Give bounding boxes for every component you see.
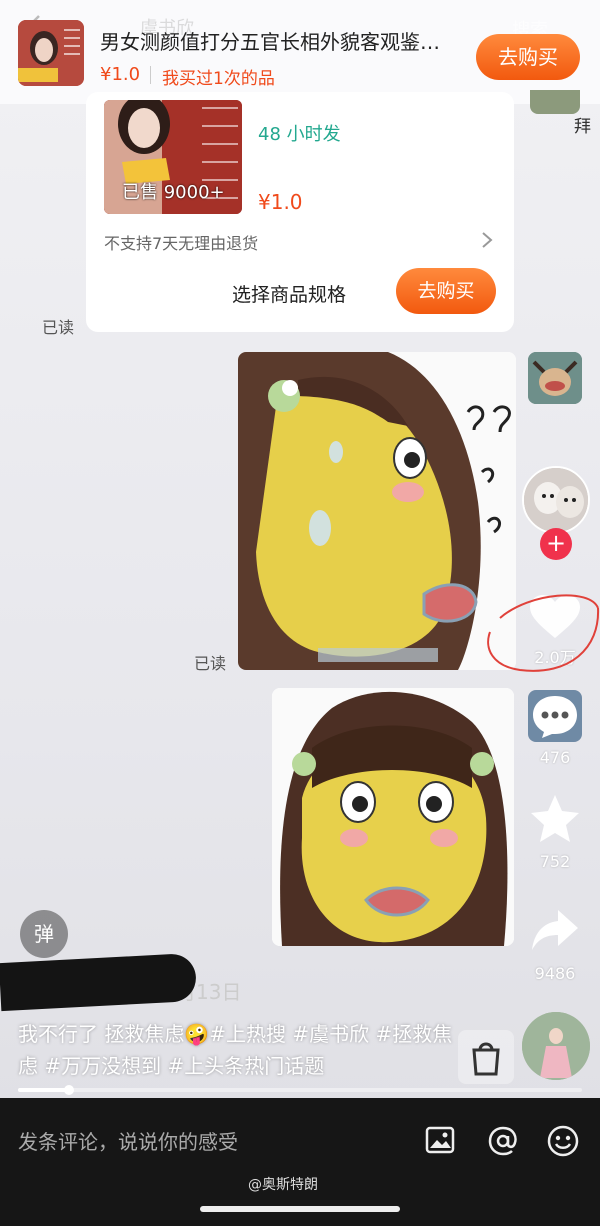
cart-icon xyxy=(472,1042,500,1076)
comment-input[interactable]: 发条评论，说说你的感受 xyxy=(18,1126,238,1155)
progress-handle[interactable] xyxy=(63,1085,74,1095)
comment-icon[interactable] xyxy=(530,692,580,740)
bought-before-note: 我买过1次的品 xyxy=(162,69,275,89)
share-icon[interactable] xyxy=(528,906,582,954)
redaction-mark xyxy=(0,952,198,1012)
image-icon[interactable] xyxy=(424,1124,456,1156)
progress-track[interactable] xyxy=(18,1088,582,1092)
product-thumbnail[interactable] xyxy=(18,20,84,86)
progress-fill xyxy=(18,1088,69,1092)
follow-button[interactable]: + xyxy=(540,528,572,560)
product-price: ¥1.0 xyxy=(100,64,141,85)
thumbnail-avatar[interactable] xyxy=(528,352,582,404)
read-receipt: 已读 xyxy=(194,654,227,673)
select-spec-button[interactable]: 选择商品规格 xyxy=(232,280,346,307)
chevron-right-icon[interactable] xyxy=(480,230,494,250)
comment-count: 476 xyxy=(539,748,571,767)
read-receipt: 已读 xyxy=(42,318,75,337)
home-indicator[interactable] xyxy=(200,1206,400,1212)
card-buy-button[interactable]: 去购买 xyxy=(396,268,496,314)
meme-image[interactable] xyxy=(238,352,516,670)
author-avatar[interactable] xyxy=(522,466,590,534)
faint-text: 拜 xyxy=(574,117,591,137)
favorite-count: 752 xyxy=(539,852,571,871)
cart-button[interactable] xyxy=(458,1030,514,1084)
share-count: 9486 xyxy=(534,964,576,983)
meme-image[interactable] xyxy=(272,688,514,946)
annotation-circle xyxy=(487,594,600,672)
product-title[interactable]: 男女测颜值打分五官长相外貌客观鉴… xyxy=(100,26,470,55)
faint-avatar xyxy=(530,90,580,114)
sold-count: 已售 9000+ xyxy=(122,182,225,203)
video-caption[interactable]: 我不行了 拯救焦虑🤪#上热搜 #虞书欣 #拯救焦虑 #万万没想到 #上头条热门话… xyxy=(18,1018,458,1082)
card-price: ¥1.0 xyxy=(258,190,303,214)
music-disc[interactable] xyxy=(522,1012,590,1080)
buy-button[interactable]: 去购买 xyxy=(476,34,580,80)
emoji-icon[interactable] xyxy=(546,1124,580,1158)
danmu-toggle[interactable]: 弹 xyxy=(20,910,68,958)
watermark: @奥斯特朗 xyxy=(248,1177,318,1193)
star-icon[interactable] xyxy=(528,792,582,846)
divider xyxy=(150,66,151,84)
mention-icon[interactable] xyxy=(486,1124,520,1158)
return-policy[interactable]: 不支持7天无理由退货 xyxy=(104,230,258,254)
shipping-time: 48 小时发 xyxy=(258,124,341,145)
